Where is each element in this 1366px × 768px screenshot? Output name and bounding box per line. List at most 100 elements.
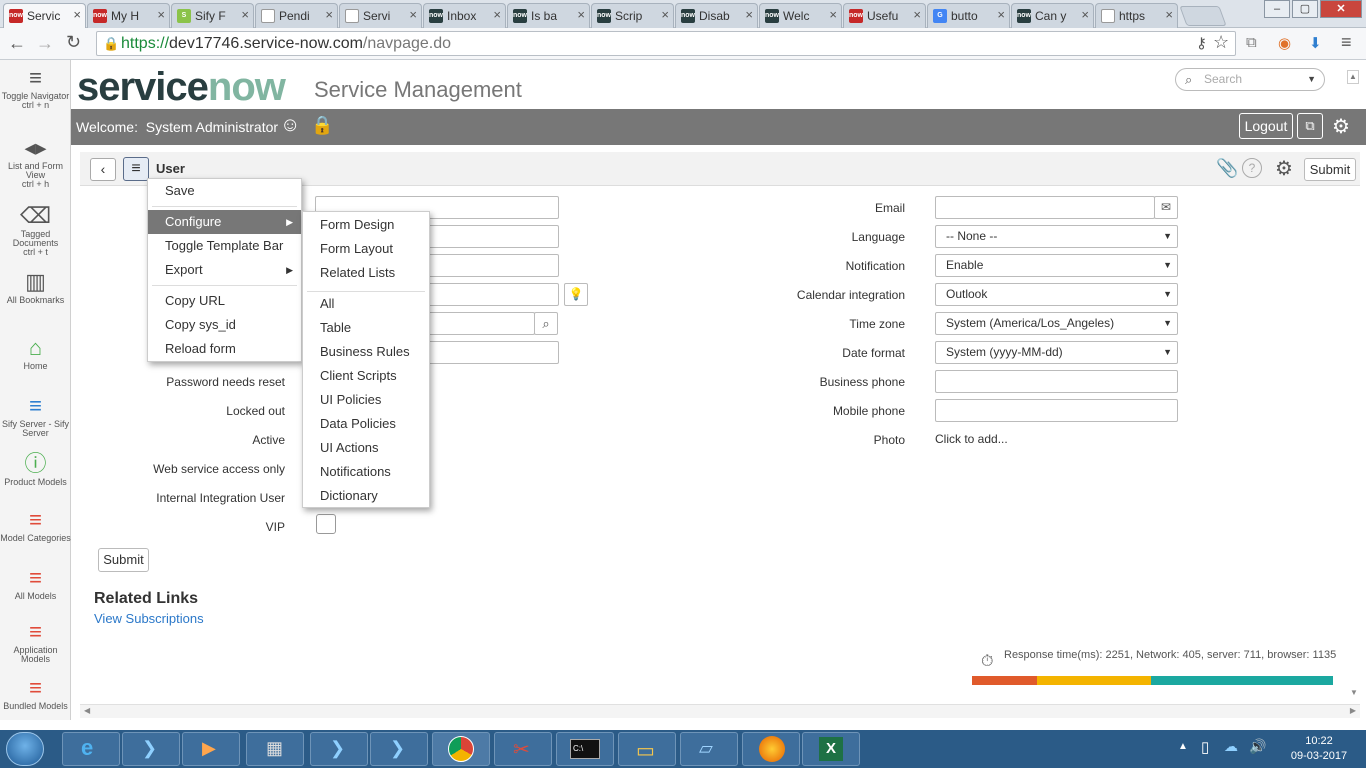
tab-close-icon[interactable]: ×	[241, 7, 249, 22]
tab-close-icon[interactable]: ×	[661, 7, 669, 22]
popout-icon[interactable]: ⧉	[1297, 113, 1323, 139]
submit-button-bottom[interactable]: Submit	[98, 548, 149, 572]
browser-tab[interactable]: now Inbox ×	[423, 3, 506, 28]
horizontal-scrollbar[interactable]: ◀ ▶	[80, 704, 1360, 718]
settings-gear-icon[interactable]: ⚙	[1332, 114, 1350, 139]
logout-button[interactable]: Logout	[1239, 113, 1293, 139]
configure-submenu-item[interactable]: UI Actions	[303, 436, 429, 460]
navigator-item[interactable]: ≡ Bundled Models	[0, 676, 71, 711]
onedrive-icon[interactable]: ☁	[1224, 738, 1238, 755]
taskbar-file-explorer-icon[interactable]: ▭	[618, 732, 676, 766]
browser-tab[interactable]: now Scrip ×	[591, 3, 674, 28]
scroll-up-icon[interactable]: ▲	[1347, 70, 1359, 84]
taskbar-calculator-icon[interactable]: ▦	[246, 732, 304, 766]
new-tab-button[interactable]	[1179, 6, 1227, 26]
configure-submenu-item[interactable]: Related Lists	[303, 261, 429, 285]
navigator-item[interactable]: ⌂ Home	[0, 336, 71, 371]
configure-submenu-item[interactable]: All	[303, 292, 429, 316]
browser-tab[interactable]: Gbutto ×	[927, 3, 1010, 28]
taskbar-ie-icon[interactable]: e	[62, 732, 120, 766]
view-subscriptions-link[interactable]: View Subscriptions	[94, 611, 204, 626]
tab-close-icon[interactable]: ×	[997, 7, 1005, 22]
browser-tab[interactable]: now My H ×	[87, 3, 170, 28]
context-menu-item[interactable]: Export ▶	[148, 258, 301, 282]
extension-2-icon[interactable]: ◉	[1278, 34, 1291, 52]
tab-close-icon[interactable]: ×	[577, 7, 585, 22]
submit-button-top[interactable]: Submit	[1304, 158, 1356, 181]
scroll-right-icon[interactable]: ▶	[1350, 706, 1356, 715]
taskbar-chrome-icon[interactable]	[432, 732, 490, 766]
browser-tab[interactable]: now Servic ×	[3, 3, 86, 29]
configure-submenu-item[interactable]: Client Scripts	[303, 364, 429, 388]
browser-tab[interactable]: now Can y ×	[1011, 3, 1094, 28]
context-menu-item[interactable]: Reload form	[148, 337, 301, 361]
form-back-button[interactable]: ‹	[90, 158, 116, 181]
context-menu-item[interactable]: Copy URL	[148, 289, 301, 313]
tab-close-icon[interactable]: ×	[409, 7, 417, 22]
context-menu-item[interactable]: Toggle Template Bar	[148, 234, 301, 258]
close-window-button[interactable]: ✕	[1320, 0, 1362, 18]
context-menu-item[interactable]: Copy sys_id	[148, 313, 301, 337]
browser-menu-icon[interactable]: ≡	[1341, 32, 1352, 53]
navigator-item[interactable]: ≡ Toggle Navigator ctrl + n	[0, 66, 71, 110]
navigator-item[interactable]: ≡ Application Models	[0, 620, 71, 664]
taskbar-notepad-icon[interactable]: ▱	[680, 732, 738, 766]
photo-click-to-add[interactable]: Click to add...	[935, 432, 1008, 446]
field-input[interactable]	[935, 196, 1155, 219]
start-button[interactable]	[6, 732, 44, 766]
send-email-icon[interactable]: ✉	[1154, 196, 1178, 219]
taskbar-powershell-icon[interactable]: ❯	[122, 732, 180, 766]
field-select[interactable]: Outlook ▼	[935, 283, 1178, 306]
tab-close-icon[interactable]: ×	[1165, 7, 1173, 22]
tab-close-icon[interactable]: ×	[325, 7, 333, 22]
back-arrow-icon[interactable]: ←	[8, 33, 26, 54]
navigator-item[interactable]: ⓘ Product Models	[0, 452, 71, 487]
browser-tab[interactable]: now Welc ×	[759, 3, 842, 28]
current-user[interactable]: System Administrator	[146, 119, 278, 135]
extension-icon[interactable]: ⧉	[1246, 34, 1257, 51]
search-dropdown-icon[interactable]: ▼	[1307, 69, 1316, 90]
battery-icon[interactable]: ▯	[1201, 738, 1209, 756]
tab-close-icon[interactable]: ×	[157, 7, 165, 22]
key-icon[interactable]: ⚷	[1196, 34, 1207, 52]
help-icon[interactable]: ?	[1242, 158, 1262, 178]
maximize-button[interactable]: ▢	[1292, 0, 1318, 18]
bookmark-star-icon[interactable]: ☆	[1213, 32, 1229, 53]
department-lookup-search-icon[interactable]: ⌕	[534, 312, 558, 335]
navigator-item[interactable]: ≡ Sify Server - Sify Server	[0, 394, 71, 438]
taskbar-firefox-icon[interactable]	[742, 732, 800, 766]
configure-submenu-item[interactable]: Business Rules	[303, 340, 429, 364]
tab-close-icon[interactable]: ×	[829, 7, 837, 22]
reload-icon[interactable]: ↻	[66, 32, 81, 53]
browser-tab[interactable]: Servi ×	[339, 3, 422, 28]
browser-tab[interactable]: now Disab ×	[675, 3, 758, 28]
browser-tab[interactable]: now Is ba ×	[507, 3, 590, 28]
taskbar-snipping-tool-icon[interactable]: ✂	[494, 732, 552, 766]
configure-submenu-item[interactable]: Data Policies	[303, 412, 429, 436]
context-menu-item[interactable]: Save	[148, 179, 301, 203]
browser-tab[interactable]: Pendi ×	[255, 3, 338, 28]
volume-icon[interactable]: 🔊	[1249, 738, 1266, 755]
system-clock[interactable]: 10:22 09-03-2017	[1288, 734, 1350, 764]
configure-submenu-item[interactable]: Notifications	[303, 460, 429, 484]
navigator-item[interactable]: ≡ All Models	[0, 566, 71, 601]
tab-close-icon[interactable]: ×	[73, 7, 81, 22]
context-menu-item[interactable]: Configure ▶	[148, 210, 301, 234]
configure-submenu-item[interactable]: Table	[303, 316, 429, 340]
attachment-icon[interactable]: 📎	[1216, 158, 1238, 179]
field-select[interactable]: -- None -- ▼	[935, 225, 1178, 248]
browser-tab[interactable]: S Sify F ×	[171, 3, 254, 28]
browser-tab[interactable]: https ×	[1095, 3, 1178, 28]
navigator-item[interactable]: ≡ Model Categories	[0, 508, 71, 543]
field-select[interactable]: System (America/Los_Angeles) ▼	[935, 312, 1178, 335]
scroll-down-icon[interactable]: ▼	[1350, 688, 1358, 697]
servicenow-logo[interactable]: servicenow	[77, 67, 286, 107]
download-icon[interactable]: ⬇	[1309, 34, 1322, 52]
taskbar-excel-icon[interactable]: X	[802, 732, 860, 766]
suggestion-lightbulb-icon[interactable]: 💡	[564, 283, 588, 306]
field-select[interactable]: System (yyyy-MM-dd) ▼	[935, 341, 1178, 364]
taskbar-media-icon[interactable]: ▶	[182, 732, 240, 766]
taskbar-console-icon[interactable]: C:\	[556, 732, 614, 766]
tab-close-icon[interactable]: ×	[745, 7, 753, 22]
tab-close-icon[interactable]: ×	[1081, 7, 1089, 22]
